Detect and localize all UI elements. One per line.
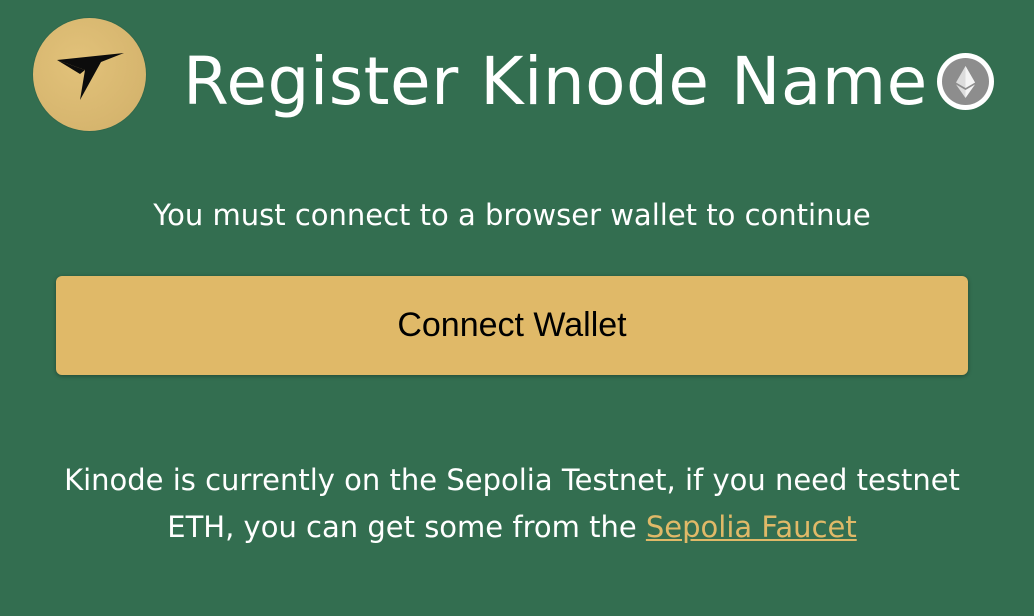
connect-wallet-button[interactable]: Connect Wallet xyxy=(56,276,968,375)
kinode-bird-icon xyxy=(57,53,124,100)
kinode-logo xyxy=(33,18,146,131)
page-title: Register Kinode Name xyxy=(183,43,928,120)
connect-prompt: You must connect to a browser wallet to … xyxy=(153,198,871,232)
header: Register Kinode Name xyxy=(0,0,1034,160)
sepolia-faucet-link[interactable]: Sepolia Faucet xyxy=(646,510,857,544)
testnet-notice: Kinode is currently on the Sepolia Testn… xyxy=(52,457,972,551)
ethereum-icon xyxy=(956,66,975,98)
register-page: Register Kinode Name You must connect to… xyxy=(0,0,1034,616)
network-switch-button[interactable] xyxy=(937,53,994,110)
